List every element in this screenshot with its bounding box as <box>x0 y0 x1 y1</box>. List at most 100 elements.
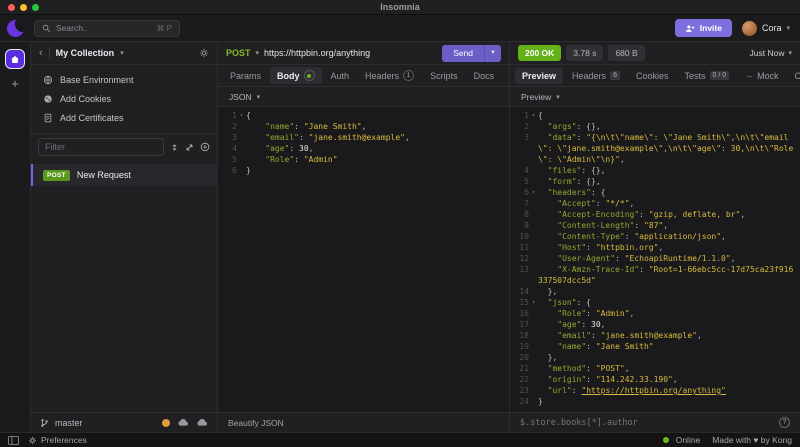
code-text: "method": "POST", <box>547 364 630 373</box>
minimize-window-button[interactable] <box>20 3 27 11</box>
create-request-button[interactable] <box>200 142 210 152</box>
code-line: 5 "form": {}, <box>510 176 800 187</box>
method-chevron-icon[interactable]: ▾ <box>256 49 260 57</box>
request-tab-auth[interactable]: Auth <box>324 68 357 84</box>
code-text: "email": "jane.smith@example", <box>557 331 702 340</box>
fold-gutter <box>529 220 538 231</box>
fold-marker-icon[interactable]: ▾ <box>529 110 538 121</box>
fold-gutter <box>529 319 538 330</box>
branch-name[interactable]: master <box>55 418 83 428</box>
invite-button[interactable]: Invite <box>674 19 732 37</box>
line-number: 12 <box>519 254 529 263</box>
fold-marker-icon[interactable]: ▾ <box>529 297 538 308</box>
fold-gutter <box>529 253 538 264</box>
add-project-button[interactable]: + <box>11 77 19 90</box>
fold-gutter <box>529 396 538 407</box>
send-options-button[interactable]: ▼ <box>484 44 501 62</box>
fold-gutter <box>237 154 246 165</box>
code-line: 2 "args": {}, <box>510 121 800 132</box>
preferences-button[interactable]: Preferences <box>28 435 87 445</box>
beautify-json-button[interactable]: Beautify JSON <box>228 418 284 428</box>
code-line: 19 "name": "Jane Smith" <box>510 341 800 352</box>
request-tab-headers[interactable]: Headers 1 <box>358 67 421 84</box>
response-tab-headers[interactable]: Headers 6 <box>565 68 627 84</box>
cloud-pull-icon[interactable] <box>177 418 189 427</box>
sort-icon[interactable] <box>170 143 179 152</box>
code-line: 12 "User-Agent": "EchoapiRuntime/1.1.0", <box>510 253 800 264</box>
code-text: } <box>246 166 251 175</box>
expand-icon[interactable] <box>185 143 194 152</box>
kong-credit: Made with ♥ by Kong <box>712 435 792 445</box>
response-history-dropdown[interactable]: Just Now ▾ <box>750 48 792 58</box>
response-tab-cookies[interactable]: Cookies <box>629 68 676 84</box>
maximize-window-button[interactable] <box>32 3 39 11</box>
request-method[interactable]: POST <box>226 48 251 58</box>
response-status-row: 200 OK 3.78 s 680 B Just Now ▾ <box>510 42 800 65</box>
chevron-down-icon[interactable]: ▾ <box>556 93 560 101</box>
code-text: "age": 30, <box>557 320 606 329</box>
line-number: 4 <box>524 166 529 175</box>
request-url-input[interactable]: https://httpbin.org/anything <box>264 48 370 58</box>
fold-marker-icon[interactable]: ▾ <box>529 187 538 198</box>
left-rail: + <box>0 42 30 432</box>
line-number: 3 <box>232 133 237 142</box>
request-list-item[interactable]: POST New Request <box>31 164 217 186</box>
request-panel-footer: Beautify JSON <box>218 412 509 432</box>
response-tab-preview[interactable]: Preview <box>515 67 564 84</box>
code-line: 6} <box>218 165 509 176</box>
body-type-selector[interactable]: JSON <box>229 92 252 102</box>
send-button[interactable]: Send <box>442 44 485 62</box>
response-body-viewer[interactable]: 1 ▾{2 "args": {}, 3 "data": "{\n\t\"name\"… <box>510 107 800 412</box>
code-text: { <box>246 111 251 120</box>
code-line: 6 ▾ "headers": { <box>510 187 800 198</box>
sidebar-filter-input[interactable] <box>38 138 164 156</box>
response-tab-mock[interactable]: → Mock <box>738 68 786 84</box>
code-line: 8 "Accept-Encoding": "gzip, deflate, br"… <box>510 209 800 220</box>
response-tabs: PreviewHeaders6CookiesTests0 / 0→MockCon… <box>510 65 800 87</box>
request-tab-scripts[interactable]: Scripts <box>423 68 465 84</box>
code-text: "json": { <box>547 298 591 307</box>
sidebar-item-base-environment[interactable]: Base Environment <box>31 70 217 89</box>
line-number: 1 <box>232 111 237 120</box>
sync-icons <box>162 418 208 427</box>
response-tab-tests[interactable]: Tests 0 / 0 <box>677 68 736 84</box>
fold-gutter <box>529 209 538 220</box>
online-dot-icon <box>662 437 669 443</box>
response-filter-input[interactable] <box>520 417 773 428</box>
status-badge: 200 OK <box>518 45 562 61</box>
global-search-button[interactable]: Search.. ⌘ P <box>34 19 180 37</box>
uncommitted-changes-icon[interactable] <box>162 418 170 427</box>
line-number: 2 <box>232 122 237 131</box>
response-time-badge: 3.78 s <box>566 45 604 61</box>
toggle-sidebar-icon[interactable] <box>8 435 19 445</box>
collection-settings-button[interactable] <box>199 48 209 58</box>
user-name: Cora <box>761 23 782 33</box>
request-tab-docs[interactable]: Docs <box>467 68 502 84</box>
request-body-editor[interactable]: 1 ▾{2 "name": "Jane Smith", 3 "email": "ja… <box>218 107 509 412</box>
line-number: 20 <box>519 353 529 362</box>
code-text: "Role": "Admin" <box>265 155 338 164</box>
fold-gutter <box>529 132 538 165</box>
chevron-down-icon: ▾ <box>786 25 790 32</box>
cloud-push-icon[interactable] <box>196 418 208 427</box>
filter-help-icon[interactable]: ? <box>779 417 790 428</box>
home-button[interactable] <box>5 49 25 69</box>
collection-name[interactable]: My Collection <box>56 48 115 58</box>
sidebar-item-add-certificates[interactable]: Add Certificates <box>31 108 217 127</box>
request-tab-params[interactable]: Params <box>223 68 268 84</box>
back-chevron-icon[interactable]: ‹ <box>39 48 43 59</box>
sidebar-item-add-cookies[interactable]: Add Cookies <box>31 89 217 108</box>
line-number: 1 <box>524 111 529 120</box>
online-status[interactable]: Online <box>662 435 700 445</box>
fold-marker-icon[interactable]: ▾ <box>237 110 246 121</box>
code-line: 11 "Host": "httpbin.org", <box>510 242 800 253</box>
code-line: 14 }, <box>510 286 800 297</box>
close-window-button[interactable] <box>8 3 15 11</box>
code-line: 3 "data": "{\n\t\"name\": \"Jane Smith\"… <box>510 132 800 165</box>
chevron-down-icon[interactable]: ▾ <box>257 93 261 101</box>
chevron-down-icon[interactable]: ▾ <box>120 49 124 57</box>
user-menu[interactable]: Cora ▾ <box>741 20 790 36</box>
request-tab-body[interactable]: Body <box>270 67 322 84</box>
response-tab-console[interactable]: Console <box>788 68 800 84</box>
preview-mode-selector[interactable]: Preview <box>521 92 551 102</box>
